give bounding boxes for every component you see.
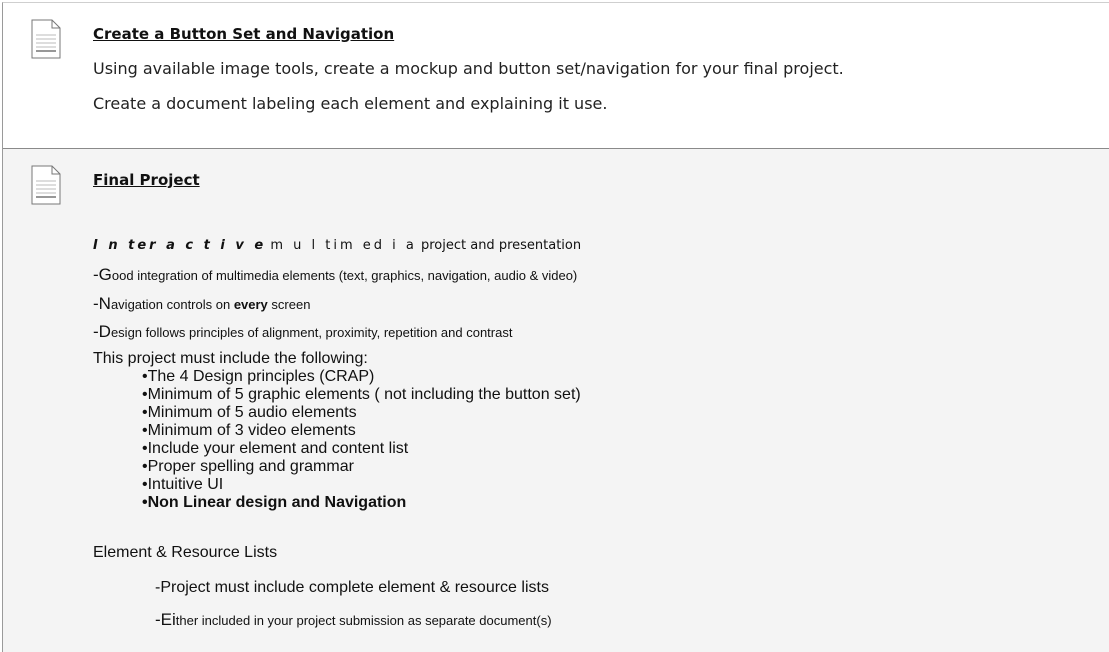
requirement-item: •Minimum of 3 video elements bbox=[142, 422, 356, 439]
intro-bold: I n ter a c t i v e bbox=[93, 238, 267, 253]
requirement-item: •Include your element and content list bbox=[142, 440, 409, 457]
requirement-item: •Minimum of 5 graphic elements ( not inc… bbox=[142, 386, 581, 403]
requirement-item: •Intuitive UI bbox=[142, 476, 224, 493]
lists-heading: Element & Resource Lists bbox=[93, 544, 278, 561]
intro-line: I n ter a c t i v e m u l tim ed i a pro… bbox=[93, 238, 581, 253]
dash-line: -Design follows principles of alignment,… bbox=[93, 322, 513, 341]
dash-line: -Good integration of multimedia elements… bbox=[93, 265, 578, 284]
requirement-item: •Non Linear design and Navigation bbox=[142, 494, 407, 511]
document-icon[interactable] bbox=[31, 165, 61, 205]
intro-rest: project and presentation bbox=[416, 238, 582, 253]
item-description: Create a document labeling each element … bbox=[93, 94, 608, 113]
lists-line: -Project must include complete element &… bbox=[155, 579, 549, 596]
content-item-button-set: Create a Button Set and Navigation Using… bbox=[3, 3, 1109, 148]
item-title-link[interactable]: Create a Button Set and Navigation bbox=[93, 25, 394, 43]
document-icon[interactable] bbox=[31, 19, 61, 59]
requirement-item: •Proper spelling and grammar bbox=[142, 458, 354, 475]
lists-line: -Either included in your project submiss… bbox=[155, 610, 552, 629]
dash-line: -Navigation controls on every screen bbox=[93, 294, 311, 313]
requirement-item: •Minimum of 5 audio elements bbox=[142, 404, 357, 421]
intro-thin: m u l tim ed i a bbox=[270, 238, 417, 253]
item-description: Using available image tools, create a mo… bbox=[93, 59, 844, 78]
requirements-heading: This project must include the following: bbox=[93, 350, 368, 367]
content-item-final-project: Final Project I n ter a c t i v e m u l … bbox=[3, 148, 1109, 652]
item-title-link[interactable]: Final Project bbox=[93, 171, 200, 189]
requirement-item: •The 4 Design principles (CRAP) bbox=[142, 368, 375, 385]
